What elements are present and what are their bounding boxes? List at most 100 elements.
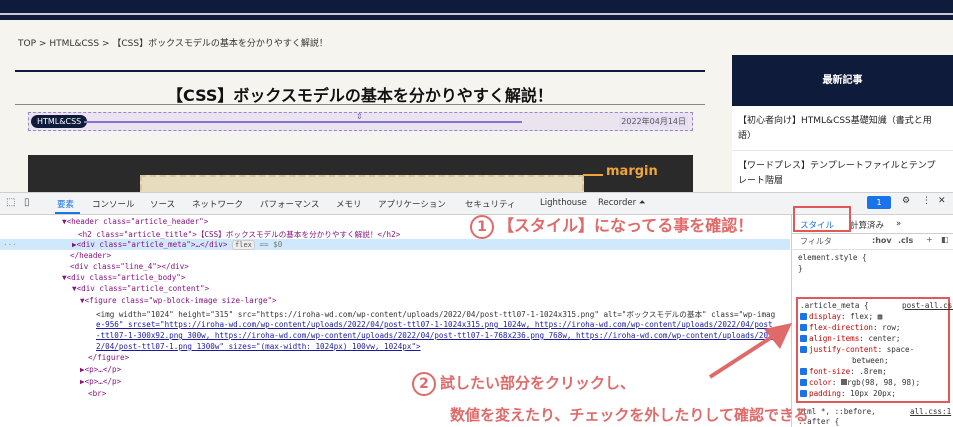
dom-node[interactable]: ▼<header class="article_header"> bbox=[62, 217, 208, 226]
breadcrumb: TOP > HTML&CSS > 【CSS】ボックスモデルの基本を分かりやすく解… bbox=[18, 36, 328, 49]
css-prop-value[interactable]: .8rem; bbox=[859, 367, 886, 376]
flex-badge[interactable]: flex bbox=[232, 240, 255, 250]
add-rule-button[interactable]: + bbox=[926, 235, 933, 244]
tab-recorder[interactable]: Recorder ⏶ bbox=[598, 198, 646, 208]
filter-input[interactable]: フィルタ bbox=[800, 236, 832, 247]
step-number-2: 2 bbox=[412, 372, 436, 396]
dom-node[interactable]: ▼<figure class="wp-block-image size-larg… bbox=[80, 296, 277, 305]
dom-node-text: ▶<div class="article_meta">…</div> bbox=[72, 240, 228, 249]
dom-node[interactable]: ▼<div class="article_content"> bbox=[72, 284, 209, 293]
tab-elements[interactable]: 要素 bbox=[57, 198, 74, 210]
css-prop-row[interactable]: color: rgb(98, 98, 98); bbox=[800, 378, 920, 387]
align-arrow-icon: ⇕ bbox=[356, 112, 363, 121]
settings-gear-icon[interactable]: ⚙ bbox=[902, 196, 910, 206]
device-toolbar-icon[interactable]: ▯ bbox=[24, 197, 30, 208]
css-prop-name[interactable]: color bbox=[809, 378, 832, 387]
row-ellipsis-icon: ··· bbox=[3, 240, 17, 249]
recent-post-link[interactable]: 【ワードプレス】テンプレートファイルとテンプレート階層 bbox=[732, 151, 953, 195]
close-icon[interactable]: ✕ bbox=[938, 196, 946, 206]
rule-source-link[interactable]: all.css:1 bbox=[910, 407, 951, 416]
tab-computed[interactable]: 計算済み bbox=[850, 219, 884, 231]
annotation-3-text: 数値を変えたり、チェックを外したりして確認できる bbox=[450, 406, 809, 424]
css-prop-name[interactable]: flex-direction bbox=[809, 323, 873, 332]
dom-node-img[interactable]: <img width="1024" height="315" src="http… bbox=[96, 309, 775, 320]
css-prop-value[interactable]: flex; bbox=[850, 312, 873, 321]
checkbox-icon[interactable] bbox=[800, 324, 807, 331]
tab-console[interactable]: コンソール bbox=[92, 198, 135, 210]
checkbox-icon[interactable] bbox=[800, 379, 807, 386]
css-prop-name[interactable]: display bbox=[809, 312, 841, 321]
dom-node[interactable]: <div class="line_4"></div> bbox=[70, 262, 189, 271]
dom-node[interactable]: <h2 class="article_title">【CSS】ボックスモデルの基… bbox=[78, 229, 400, 240]
styles-tab-highlight bbox=[793, 206, 851, 232]
pointer-arrow-icon bbox=[708, 323, 792, 379]
cls-button[interactable]: .cls bbox=[898, 236, 913, 245]
breadcrumb-category-link[interactable]: HTML&CSS bbox=[49, 39, 99, 49]
article-hero-image: margin bbox=[28, 155, 693, 195]
dom-node[interactable]: <br> bbox=[88, 389, 106, 398]
rule-source-link[interactable]: post-all.css: bbox=[902, 301, 953, 310]
title-bottom-rule bbox=[15, 104, 705, 105]
css-prop-value[interactable]: center; bbox=[868, 334, 900, 343]
css-prop-row[interactable]: display: flex; ▦ bbox=[800, 312, 882, 321]
css-prop-value[interactable]: space- bbox=[887, 345, 914, 354]
dom-node[interactable]: ▼<div class="article_body"> bbox=[62, 273, 185, 282]
elements-tree: ··· ▼<header class="article_header"> <h2… bbox=[0, 215, 790, 427]
toggle-sidebar-icon[interactable]: ◧ bbox=[941, 235, 949, 244]
rule-selector[interactable]: .article_meta { bbox=[800, 301, 869, 310]
dom-node[interactable]: </figure> bbox=[88, 353, 129, 362]
more-tabs-icon[interactable]: » bbox=[896, 219, 901, 229]
checkbox-icon[interactable] bbox=[800, 335, 807, 342]
inspect-element-icon[interactable]: ⬚ bbox=[6, 197, 15, 208]
tab-lighthouse[interactable]: Lighthouse bbox=[540, 198, 587, 208]
css-prop-row[interactable]: justify-content: space- bbox=[800, 345, 914, 354]
checkbox-icon[interactable] bbox=[800, 368, 807, 375]
more-options-icon[interactable]: ⋮ bbox=[922, 196, 931, 206]
css-prop-value[interactable]: row; bbox=[882, 323, 900, 332]
css-prop-value[interactable]: 10px 20px; bbox=[850, 389, 896, 398]
sidebar-recent-posts: 最新記事 【初心者向け】HTML&CSS基礎知識（書式と用語） 【ワードプレス】… bbox=[732, 55, 953, 195]
dom-node[interactable]: </header> bbox=[70, 251, 111, 260]
tab-application[interactable]: アプリケーション bbox=[378, 198, 446, 210]
checkbox-icon[interactable] bbox=[800, 313, 807, 320]
tab-memory[interactable]: メモリ bbox=[336, 198, 362, 210]
css-prop-row[interactable]: flex-direction: row; bbox=[800, 323, 900, 332]
checkbox-icon[interactable] bbox=[800, 346, 807, 353]
sidebar-heading: 最新記事 bbox=[732, 55, 953, 106]
active-tab-indicator bbox=[55, 212, 80, 214]
css-prop-row[interactable]: font-size: .8rem; bbox=[800, 367, 887, 376]
element-style-rule[interactable]: element.style { bbox=[798, 253, 867, 262]
breadcrumb-separator: > bbox=[38, 39, 47, 49]
tab-network[interactable]: ネットワーク bbox=[192, 198, 243, 210]
dom-attr-line[interactable]: e-956" srcset="https://iroha-wd.com/wp-c… bbox=[96, 320, 773, 329]
annotation-1-text: 【スタイル】になってる事を確認！ bbox=[498, 216, 754, 235]
dom-node[interactable]: ▶<p>…</p> bbox=[80, 365, 121, 374]
breadcrumb-top-link[interactable]: TOP bbox=[18, 39, 36, 49]
css-prop-value[interactable]: rgb(98, 98, 98); bbox=[847, 378, 920, 387]
css-prop-name[interactable]: align-items bbox=[809, 334, 859, 343]
css-prop-name[interactable]: font-size bbox=[809, 367, 850, 376]
css-prop-row[interactable]: align-items: center; bbox=[800, 334, 900, 343]
checkbox-icon[interactable] bbox=[800, 390, 807, 397]
css-prop-row[interactable]: padding: 10px 20px; bbox=[800, 389, 896, 398]
flex-editor-icon[interactable]: ▦ bbox=[878, 312, 883, 321]
dom-attr-line[interactable]: -ttl07-1-300x92.png 300w, https://iroha-… bbox=[96, 331, 773, 340]
dom-node-article-meta[interactable]: ▶<div class="article_meta">…</div> flex … bbox=[72, 240, 282, 250]
dom-attr-line[interactable]: 2/04/post-ttl07-1.png 1300w" sizes="(max… bbox=[96, 342, 421, 351]
step-number-1: 1 bbox=[470, 215, 494, 239]
issues-badge[interactable]: 1 bbox=[867, 196, 891, 209]
dom-node[interactable]: ▶<p>…</p> bbox=[80, 377, 121, 386]
tab-sources[interactable]: ソース bbox=[150, 198, 175, 210]
recent-post-link[interactable]: 【初心者向け】HTML&CSS基礎知識（書式と用語） bbox=[732, 106, 953, 151]
hov-button[interactable]: :hov bbox=[872, 236, 892, 245]
rule-selector[interactable]: html *, ::before, bbox=[798, 407, 876, 416]
styles-pane: スタイル 計算済み » フィルタ :hov .cls + ◧ element.s… bbox=[791, 215, 953, 427]
css-prop-name[interactable]: padding bbox=[809, 389, 841, 398]
article-meta-highlight[interactable]: HTML&CSS ⇕ 2022年04月14日 bbox=[28, 112, 693, 131]
css-prop-value-cont[interactable]: between; bbox=[852, 356, 889, 365]
tab-security[interactable]: セキュリティ bbox=[465, 198, 516, 210]
css-prop-name[interactable]: justify-content bbox=[809, 345, 878, 354]
annotation-2: 2 試したい部分をクリックし、 bbox=[412, 372, 635, 396]
tab-performance[interactable]: パフォーマンス bbox=[260, 198, 319, 210]
category-badge[interactable]: HTML&CSS bbox=[31, 115, 88, 128]
